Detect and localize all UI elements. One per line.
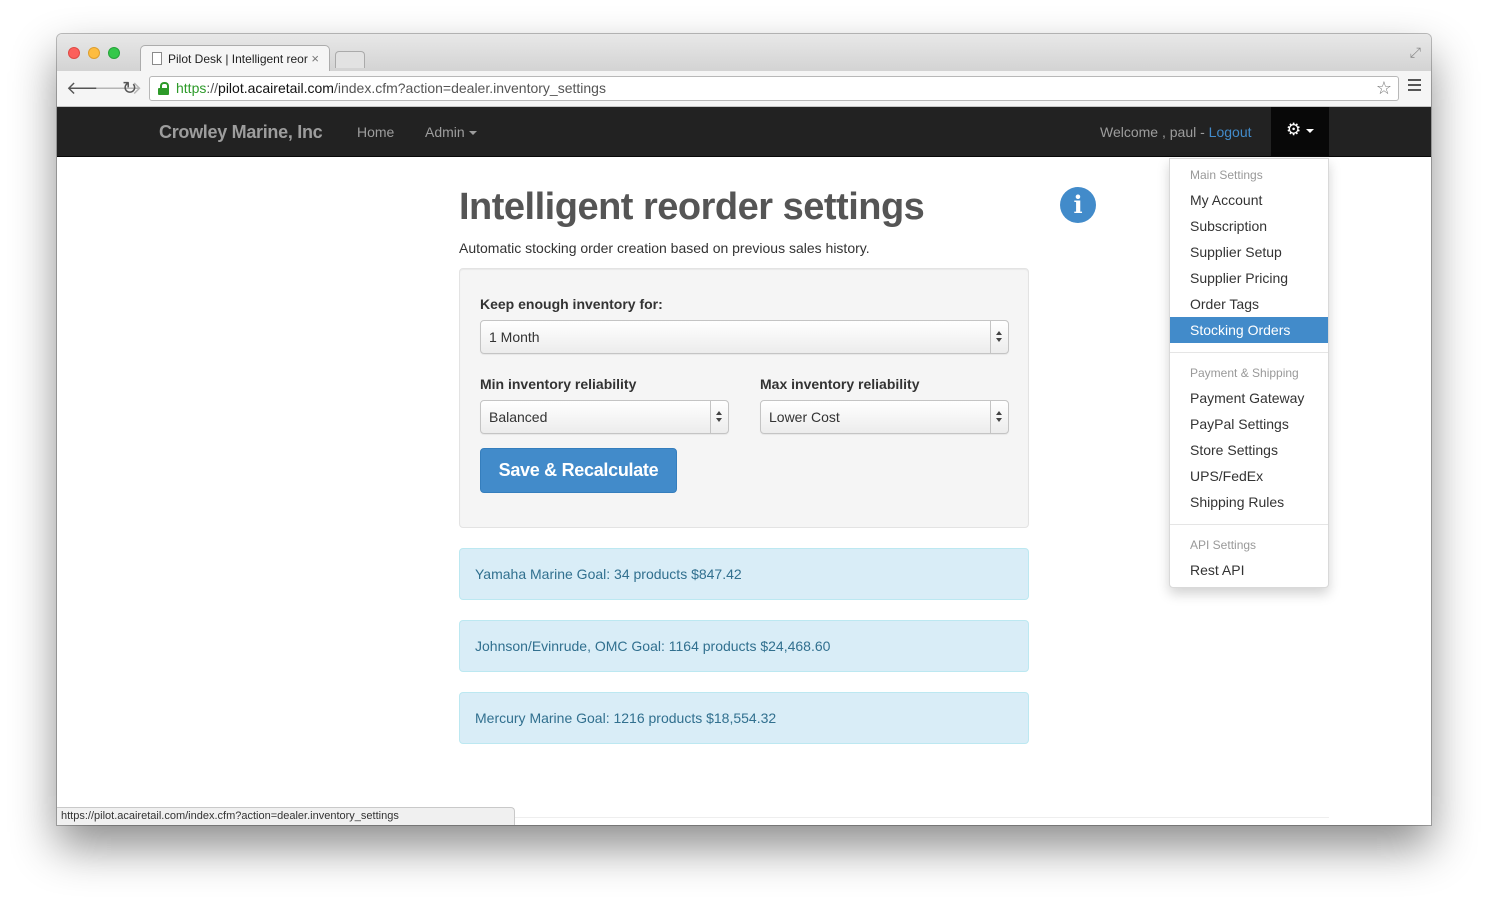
dropdown-header-main: Main Settings [1190,168,1263,182]
url-host: pilot.acairetail.com [218,80,334,96]
menu-item-shipping-rules[interactable]: Shipping Rules [1170,489,1328,515]
menu-item-my-account[interactable]: My Account [1170,187,1328,213]
menu-item-rest-api[interactable]: Rest API [1170,557,1328,583]
url-scheme: https [176,80,207,96]
max-reliability-value: Lower Cost [769,409,840,425]
goal-alert-mercury: Mercury Marine Goal: 1216 products $18,5… [459,692,1029,744]
menu-item-order-tags[interactable]: Order Tags [1170,291,1328,317]
goal-alert-yamaha: Yamaha Marine Goal: 34 products $847.42 [459,548,1029,600]
screen: Pilot Desk | Intelligent reor × ⤢ 🡐 🡒 ↻ … [0,0,1488,904]
browser-tab[interactable]: Pilot Desk | Intelligent reor × [140,45,330,72]
settings-dropdown-toggle[interactable]: ⚙ [1271,107,1329,157]
menu-item-store-settings[interactable]: Store Settings [1170,437,1328,463]
url-text: https://pilot.acairetail.com/index.cfm?a… [176,77,606,100]
nav-admin-label: Admin [425,124,465,140]
goal-alert-johnson: Johnson/Evinrude, OMC Goal: 1164 product… [459,620,1029,672]
dropdown-divider [1170,352,1328,353]
settings-dropdown-menu: Main Settings My Account Subscription Su… [1169,158,1329,588]
max-reliability-select[interactable]: Lower Cost [760,400,1009,434]
url-path: /index.cfm?action=dealer.inventory_setti… [333,80,606,96]
dropdown-divider [1170,524,1328,525]
menu-item-supplier-setup[interactable]: Supplier Setup [1170,239,1328,265]
page-icon [152,52,162,65]
tab-close-icon[interactable]: × [311,51,319,66]
menu-item-payment-gateway[interactable]: Payment Gateway [1170,385,1328,411]
browser-window: Pilot Desk | Intelligent reor × ⤢ 🡐 🡒 ↻ … [57,34,1431,825]
url-separator: :// [206,80,219,96]
app-navbar: Crowley Marine, Inc Home Admin Welcome ,… [57,107,1431,157]
fullscreen-icon[interactable]: ⤢ [1410,44,1421,61]
close-window-button[interactable] [68,47,80,59]
keep-inventory-label: Keep enough inventory for: [480,296,663,312]
save-recalculate-button[interactable]: Save & Recalculate [480,448,677,493]
keep-inventory-select[interactable]: 1 Month [480,320,1009,354]
reorder-settings-form: Keep enough inventory for: 1 Month Min i… [459,268,1029,528]
min-reliability-select[interactable]: Balanced [480,400,729,434]
caret-down-icon [468,131,477,136]
menu-item-supplier-pricing[interactable]: Supplier Pricing [1170,265,1328,291]
new-tab-button[interactable] [335,51,365,68]
min-reliability-label: Min inventory reliability [480,376,637,392]
welcome-text: Welcome , paul - Logout [1100,124,1252,140]
logout-link[interactable]: Logout [1209,124,1252,140]
browser-tabbar: Pilot Desk | Intelligent reor × ⤢ [57,34,1431,72]
page-title: Intelligent reorder settings [459,186,925,228]
zoom-window-button[interactable] [108,47,120,59]
browser-status-bar: https://pilot.acairetail.com/index.cfm?a… [57,807,515,825]
nav-home-link[interactable]: Home [357,124,394,140]
lock-icon [158,82,169,95]
browser-menu-icon[interactable] [1408,79,1421,91]
browser-toolbar: 🡐 🡒 ↻ https://pilot.acairetail.com/index… [57,71,1431,107]
min-reliability-value: Balanced [489,409,548,425]
nav-admin-dropdown[interactable]: Admin [425,124,477,140]
caret-down-icon [1306,129,1314,133]
select-arrows-icon [990,321,1008,353]
welcome-label: Welcome , paul - [1100,124,1209,140]
dropdown-header-payment: Payment & Shipping [1190,366,1299,380]
info-icon[interactable]: i [1060,187,1096,223]
select-arrows-icon [710,401,728,433]
bookmark-star-icon[interactable]: ☆ [1376,77,1392,100]
reload-icon[interactable]: ↻ [122,78,137,98]
page-subtitle: Automatic stocking order creation based … [459,240,870,256]
gear-icon: ⚙ [1286,120,1302,139]
dropdown-header-api: API Settings [1190,538,1257,552]
menu-item-paypal-settings[interactable]: PayPal Settings [1170,411,1328,437]
navbar-brand[interactable]: Crowley Marine, Inc [159,122,323,143]
select-arrows-icon [990,401,1008,433]
max-reliability-label: Max inventory reliability [760,376,920,392]
address-bar[interactable]: https://pilot.acairetail.com/index.cfm?a… [149,76,1399,101]
keep-inventory-value: 1 Month [489,329,540,345]
menu-item-ups-fedex[interactable]: UPS/FedEx [1170,463,1328,489]
tab-title: Pilot Desk | Intelligent reor [168,52,308,66]
minimize-window-button[interactable] [88,47,100,59]
menu-item-stocking-orders[interactable]: Stocking Orders [1170,317,1328,343]
menu-item-subscription[interactable]: Subscription [1170,213,1328,239]
